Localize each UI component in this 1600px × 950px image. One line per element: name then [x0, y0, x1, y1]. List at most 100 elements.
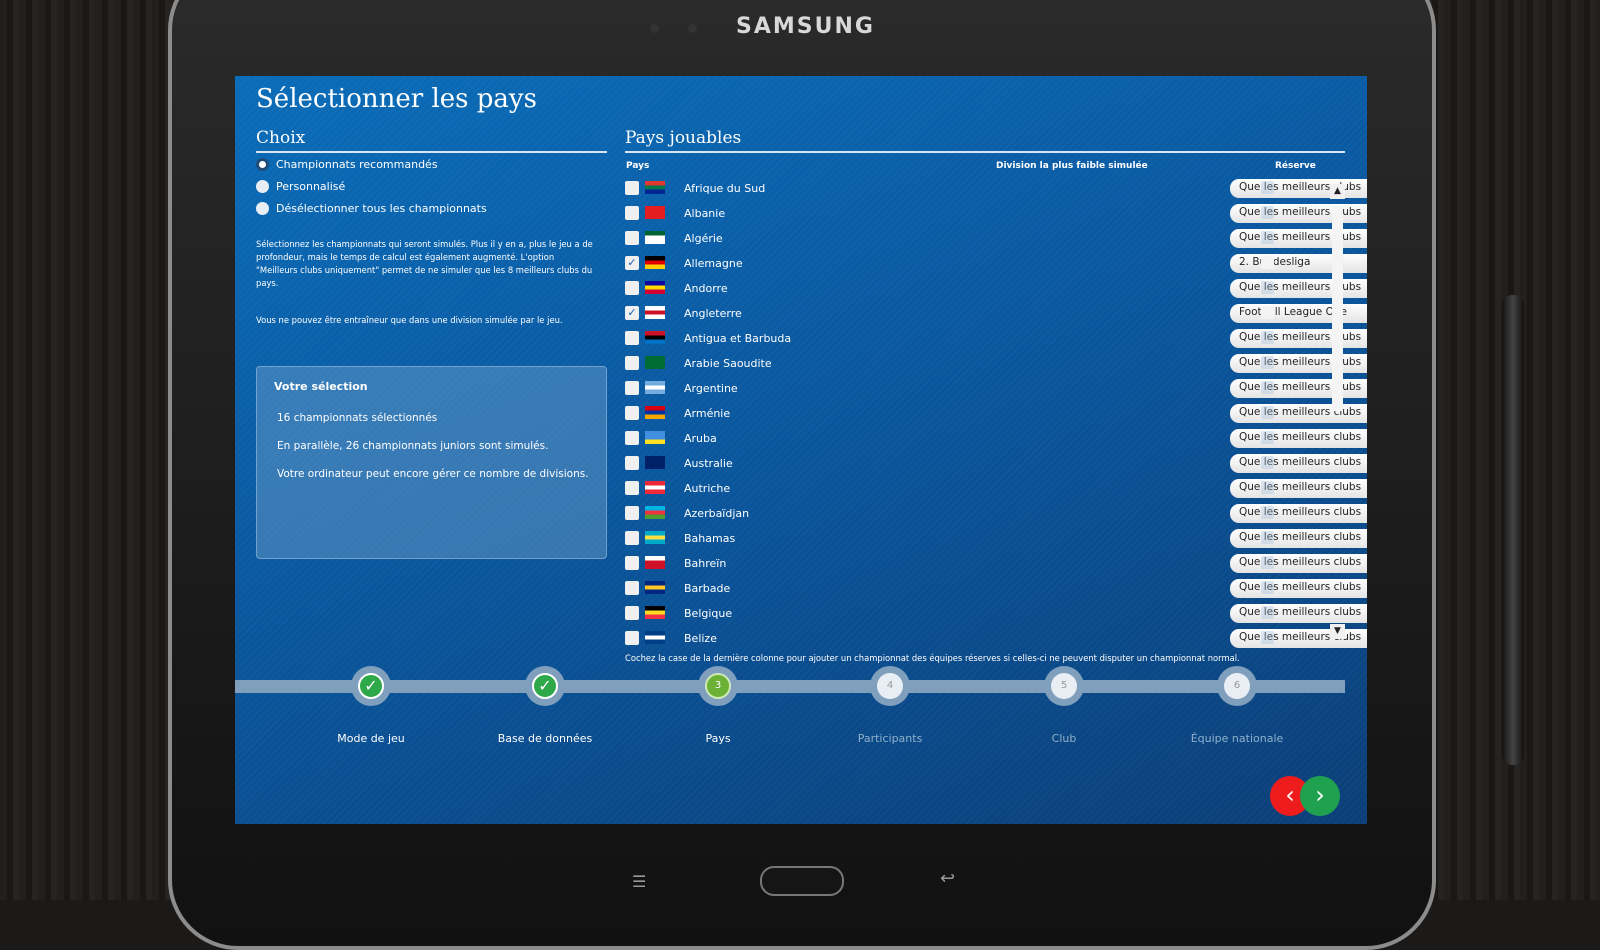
radio-icon — [256, 202, 269, 215]
scroll-down-icon[interactable]: ▼ — [1330, 624, 1345, 639]
country-name: Belgique — [684, 607, 733, 620]
pays-heading: Pays jouables — [625, 128, 742, 148]
reserve-checkbox[interactable] — [1261, 306, 1274, 319]
table-row: Bahreïn Que les meilleurs clubs▼ — [625, 553, 1367, 575]
back-key-icon[interactable]: ↩ — [940, 868, 955, 889]
country-checkbox[interactable] — [625, 406, 639, 420]
country-checkbox[interactable] — [625, 381, 639, 395]
radio-option[interactable]: Championnats recommandés — [256, 158, 438, 171]
division-dropdown[interactable]: Que les meilleurs clubs▼ — [1230, 529, 1367, 548]
country-name: Arabie Saoudite — [684, 357, 772, 370]
radio-option[interactable]: Personnalisé — [256, 180, 345, 193]
division-dropdown[interactable]: Que les meilleurs clubs▼ — [1230, 329, 1367, 348]
reserve-checkbox — [1261, 431, 1274, 444]
country-name: Antigua et Barbuda — [684, 332, 792, 345]
flag-icon — [645, 206, 665, 219]
country-name: Algérie — [684, 232, 723, 245]
reserve-checkbox — [1261, 531, 1274, 544]
reserve-checkbox — [1261, 356, 1274, 369]
country-checkbox[interactable]: ✓ — [625, 306, 639, 320]
division-dropdown[interactable]: Que les meilleurs clubs▼ — [1230, 629, 1367, 648]
step-number: 3 — [705, 673, 731, 699]
table-row: Andorre Que les meilleurs clubs▼ — [625, 278, 1367, 300]
scrollbar[interactable]: ▲ ▼ — [1330, 184, 1345, 639]
table-row: Australie Que les meilleurs clubs▼ — [625, 453, 1367, 475]
menu-icon[interactable]: ☰ — [632, 872, 646, 891]
division-dropdown[interactable]: Que les meilleurs clubs▼ — [1230, 229, 1367, 248]
division-dropdown[interactable]: Que les meilleurs clubs▼ — [1230, 479, 1367, 498]
country-name: Barbade — [684, 582, 731, 595]
country-checkbox[interactable] — [625, 181, 639, 195]
radio-label: Championnats recommandés — [276, 158, 438, 171]
choix-heading: Choix — [256, 128, 306, 148]
footnote: Cochez la case de la dernière colonne po… — [625, 653, 1240, 663]
division-dropdown[interactable]: Que les meilleurs clubs▼ — [1230, 604, 1367, 623]
country-checkbox[interactable] — [625, 206, 639, 220]
country-checkbox[interactable] — [625, 231, 639, 245]
division-dropdown[interactable]: Que les meilleurs clubs▼ — [1230, 179, 1367, 198]
reserve-checkbox[interactable] — [1261, 256, 1274, 269]
flag-icon — [645, 331, 665, 344]
reserve-checkbox — [1261, 581, 1274, 594]
flag-icon — [645, 606, 665, 619]
country-checkbox[interactable] — [625, 531, 639, 545]
radio-option[interactable]: Désélectionner tous les championnats — [256, 202, 487, 215]
step-label: Équipe nationale — [1190, 732, 1284, 745]
division-dropdown[interactable]: Que les meilleurs clubs▼ — [1230, 404, 1367, 423]
country-checkbox[interactable] — [625, 456, 639, 470]
reserve-checkbox — [1261, 331, 1274, 344]
radio-label: Personnalisé — [276, 180, 346, 193]
table-row: Argentine Que les meilleurs clubs▼ — [625, 378, 1367, 400]
country-checkbox[interactable] — [625, 556, 639, 570]
country-checkbox[interactable] — [625, 631, 639, 645]
division-dropdown[interactable]: Que les meilleurs clubs▼ — [1230, 379, 1367, 398]
step-1: ✓ — [351, 666, 391, 706]
scroll-thumb[interactable] — [1332, 206, 1343, 411]
flag-icon — [645, 581, 665, 594]
chevron-right-icon: › — [1315, 781, 1325, 809]
division-dropdown[interactable]: Que les meilleurs clubs▼ — [1230, 554, 1367, 573]
country-checkbox[interactable] — [625, 581, 639, 595]
scroll-up-icon[interactable]: ▲ — [1330, 184, 1345, 199]
division-dropdown[interactable]: Que les meilleurs clubs▼ — [1230, 454, 1367, 473]
reserve-checkbox — [1261, 456, 1274, 469]
division-dropdown[interactable]: Que les meilleurs clubs▼ — [1230, 279, 1367, 298]
step-label: Club — [1051, 732, 1077, 745]
country-checkbox[interactable] — [625, 481, 639, 495]
table-row: Azerbaïdjan Que les meilleurs clubs▼ — [625, 503, 1367, 525]
country-checkbox[interactable] — [625, 331, 639, 345]
note-text: Vous ne pouvez être entraîneur que dans … — [256, 315, 563, 325]
reserve-checkbox — [1261, 206, 1274, 219]
reserve-checkbox — [1261, 481, 1274, 494]
reserve-checkbox — [1261, 231, 1274, 244]
table-row: ✓ Allemagne 2. Bundesliga▼ — [625, 253, 1367, 275]
division-dropdown[interactable]: Que les meilleurs clubs▼ — [1230, 429, 1367, 448]
country-checkbox[interactable] — [625, 356, 639, 370]
country-checkbox[interactable] — [625, 606, 639, 620]
flag-icon — [645, 306, 665, 319]
division-dropdown[interactable]: Que les meilleurs clubs▼ — [1230, 354, 1367, 373]
reserve-checkbox — [1261, 381, 1274, 394]
division-dropdown[interactable]: Que les meilleurs clubs▼ — [1230, 504, 1367, 523]
reserve-checkbox — [1261, 631, 1274, 644]
home-button[interactable] — [760, 866, 844, 896]
country-checkbox[interactable]: ✓ — [625, 256, 639, 270]
table-row: Arabie Saoudite Que les meilleurs clubs▼ — [625, 353, 1367, 375]
country-checkbox[interactable] — [625, 281, 639, 295]
division-dropdown[interactable]: Football League One▼ — [1230, 304, 1367, 323]
step-label: Pays — [705, 732, 731, 745]
country-checkbox[interactable] — [625, 431, 639, 445]
reserve-checkbox — [1261, 506, 1274, 519]
chevron-left-icon: ‹ — [1285, 781, 1295, 809]
help-text: Sélectionnez les championnats qui seront… — [256, 239, 593, 288]
country-name: Argentine — [684, 382, 738, 395]
division-dropdown[interactable]: Que les meilleurs clubs▼ — [1230, 204, 1367, 223]
table-row: Barbade Que les meilleurs clubs▼ — [625, 578, 1367, 600]
flag-icon — [645, 281, 665, 294]
country-checkbox[interactable] — [625, 506, 639, 520]
division-dropdown[interactable]: Que les meilleurs clubs▼ — [1230, 579, 1367, 598]
division-dropdown[interactable]: 2. Bundesliga▼ — [1230, 254, 1367, 273]
step-label: Participants — [857, 732, 923, 745]
flag-icon — [645, 556, 665, 569]
next-button[interactable]: › — [1300, 776, 1340, 816]
